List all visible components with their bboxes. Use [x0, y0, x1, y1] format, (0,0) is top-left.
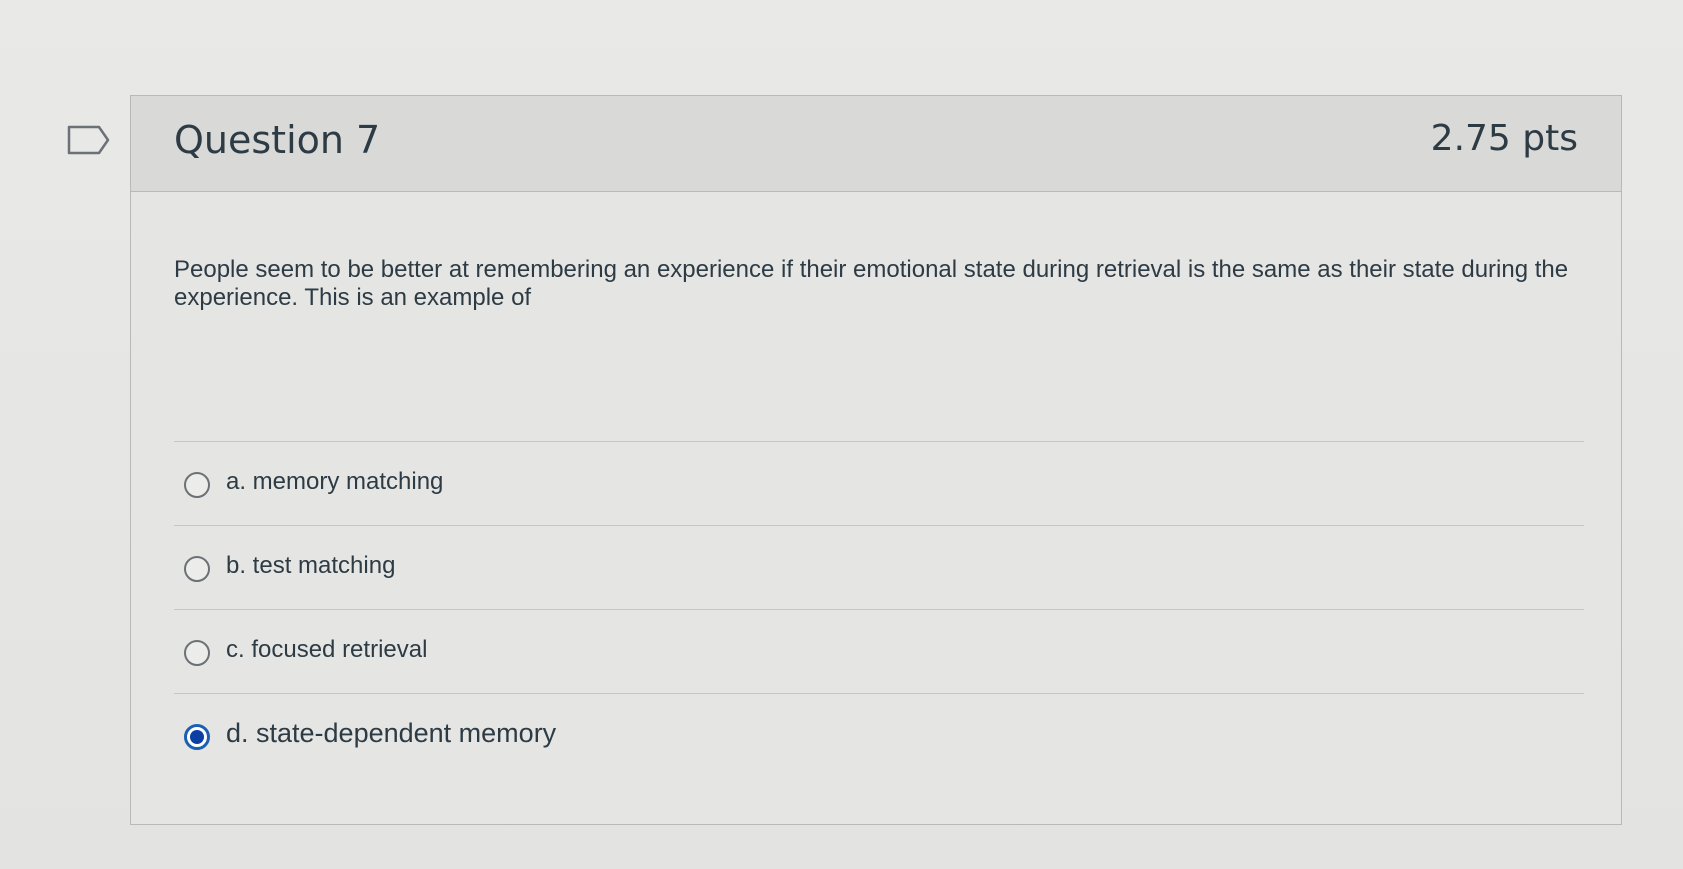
answer-option-b[interactable]: b. test matching	[174, 525, 1584, 609]
answer-option-a[interactable]: a. memory matching	[174, 441, 1584, 525]
answer-label-d[interactable]: d. state-dependent memory	[226, 718, 556, 749]
radio-button-d-selected[interactable]	[184, 724, 210, 750]
question-title: Question 7	[174, 118, 381, 162]
quiz-page: Question 7 2.75 pts People seem to be be…	[0, 0, 1683, 869]
question-text: People seem to be better at remembering …	[174, 256, 1569, 311]
flag-question-icon[interactable]	[66, 124, 112, 156]
answer-label-b[interactable]: b. test matching	[226, 552, 395, 580]
answer-list: a. memory matching b. test matching c. f…	[174, 441, 1584, 777]
question-card: Question 7 2.75 pts People seem to be be…	[130, 95, 1622, 825]
radio-button-a[interactable]	[184, 472, 210, 498]
answer-label-c[interactable]: c. focused retrieval	[226, 636, 427, 664]
answer-option-c[interactable]: c. focused retrieval	[174, 609, 1584, 693]
question-points: 2.75 pts	[1430, 118, 1578, 159]
radio-button-c[interactable]	[184, 640, 210, 666]
answer-label-a[interactable]: a. memory matching	[226, 468, 443, 496]
answer-option-d[interactable]: d. state-dependent memory	[174, 693, 1584, 777]
question-header: Question 7 2.75 pts	[131, 96, 1621, 192]
radio-button-b[interactable]	[184, 556, 210, 582]
